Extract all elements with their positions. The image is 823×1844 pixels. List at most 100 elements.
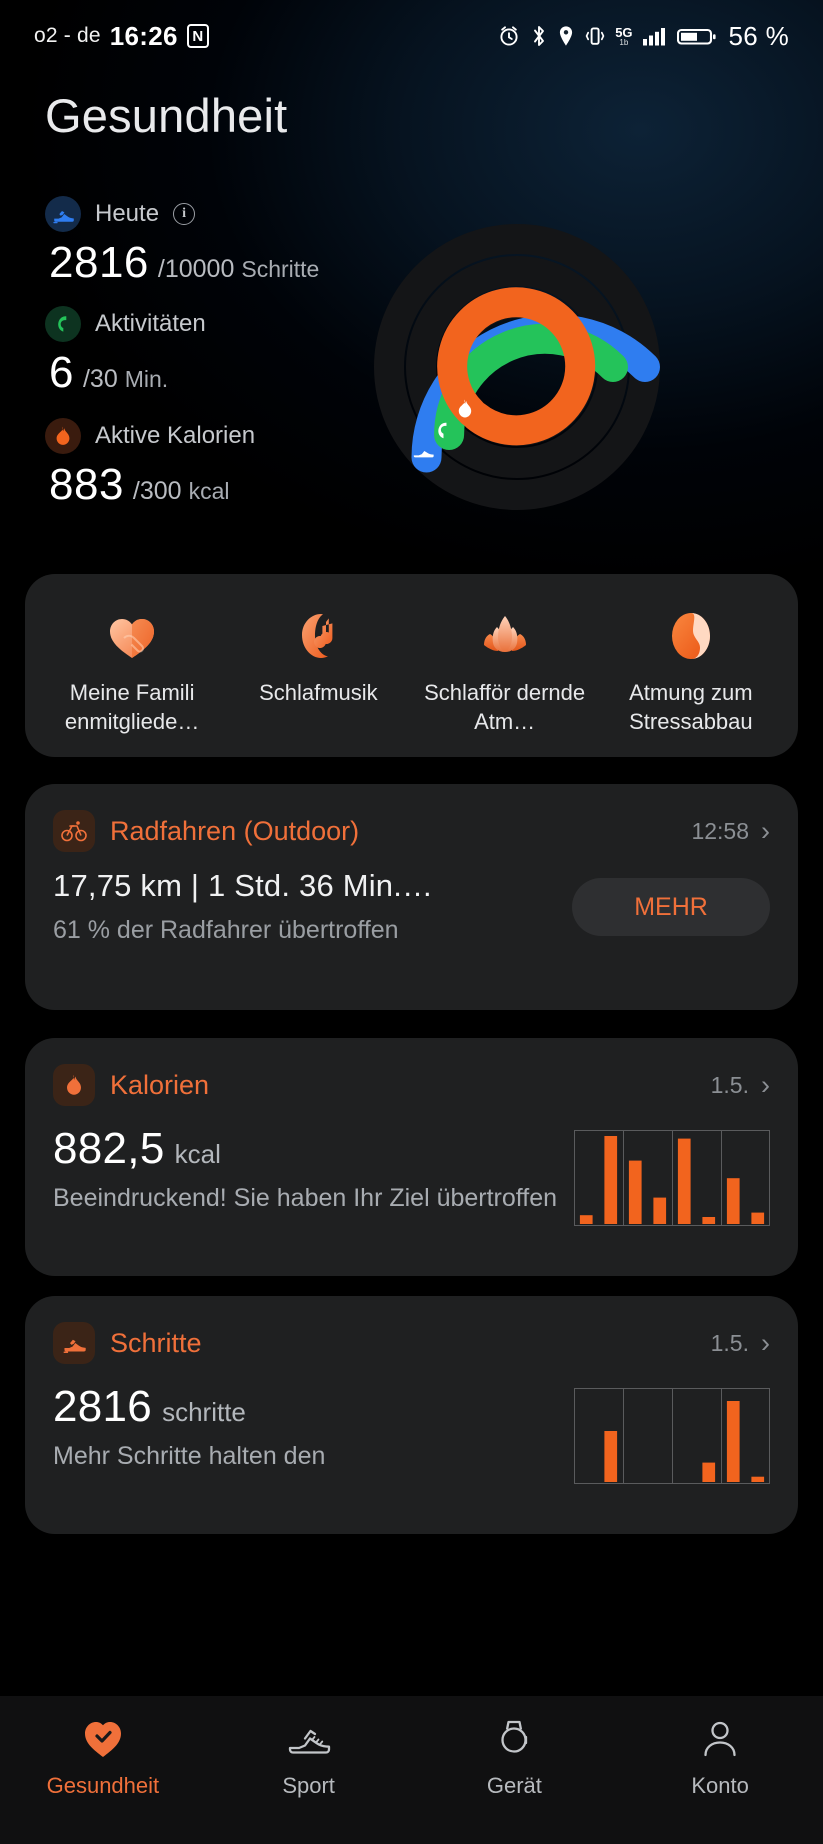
heart-check-icon bbox=[81, 1716, 125, 1762]
calories-card-meta: 1.5. › bbox=[711, 1072, 770, 1099]
nav-item-konto-label: Konto bbox=[691, 1773, 749, 1799]
cycling-card-text: 17,75 km | 1 Std. 36 Min.… 61 % der Radf… bbox=[53, 868, 560, 947]
steps-card-title: Schritte bbox=[110, 1328, 202, 1359]
shoe-icon bbox=[286, 1716, 332, 1762]
shortcut-tile-sleep-music[interactable]: Schlafmusik bbox=[225, 608, 411, 757]
calories-card[interactable]: Kalorien 1.5. › 882,5 kcal Beeindruckend… bbox=[25, 1038, 798, 1276]
status-bar-right: 5G 1b 56 % bbox=[497, 21, 789, 52]
bottom-navigation: Gesundheit Sport Gerät Konto bbox=[0, 1696, 823, 1844]
sleep-music-icon bbox=[290, 608, 346, 664]
bluetooth-icon bbox=[530, 24, 548, 48]
calories-card-value-row: 882,5 kcal bbox=[53, 1124, 560, 1174]
nav-item-konto[interactable]: Konto bbox=[617, 1716, 823, 1799]
calories-card-text: 882,5 kcal Beeindruckend! Sie haben Ihr … bbox=[53, 1124, 574, 1216]
calories-card-header: Kalorien 1.5. › bbox=[53, 1064, 770, 1106]
steps-card-body: Schritte 1.5. › 2816 schritte Mehr Schri… bbox=[25, 1296, 798, 1484]
more-button[interactable]: MEHR bbox=[572, 878, 770, 936]
steps-card-description: Mehr Schritte halten den bbox=[53, 1438, 560, 1474]
metric-activity-value: 6 bbox=[49, 348, 74, 398]
calories-card-title: Kalorien bbox=[110, 1070, 209, 1101]
metric-calories-label: Aktive Kalorien bbox=[95, 422, 255, 450]
metric-activity-unit: Min. bbox=[125, 366, 168, 393]
calories-card-unit: kcal bbox=[175, 1139, 221, 1170]
cycling-card-body: Radfahren (Outdoor) 12:58 › 17,75 km | 1… bbox=[25, 784, 798, 947]
cycling-card-title: Radfahren (Outdoor) bbox=[110, 816, 359, 847]
metric-steps-unit: Schritte bbox=[241, 256, 319, 283]
metric-steps-value: 2816 bbox=[49, 238, 149, 288]
steps-card-content: 2816 schritte Mehr Schritte halten den bbox=[53, 1382, 770, 1484]
activity-rings[interactable] bbox=[372, 222, 662, 512]
status-clock: 16:26 bbox=[110, 21, 178, 52]
info-icon[interactable]: i bbox=[173, 203, 195, 225]
shortcut-tile-sleep-music-label: Schlafmusik bbox=[225, 678, 411, 707]
chevron-right-icon[interactable]: › bbox=[761, 818, 770, 845]
flame-icon bbox=[45, 418, 81, 454]
calories-card-body: Kalorien 1.5. › 882,5 kcal Beeindruckend… bbox=[25, 1038, 798, 1226]
metric-calories-goal: /300 bbox=[133, 477, 182, 506]
page-title: Gesundheit bbox=[45, 88, 287, 143]
shortcuts-card: Meine Famili enmitgliede… Schlafmusik bbox=[25, 574, 798, 757]
nav-item-sport-label: Sport bbox=[282, 1773, 335, 1799]
family-heart-icon bbox=[104, 608, 160, 664]
cycling-card-header: Radfahren (Outdoor) 12:58 › bbox=[53, 810, 770, 852]
metric-steps-label: Heute bbox=[95, 200, 159, 228]
metric-activity-goal: /30 bbox=[83, 365, 118, 394]
steps-card-value-row: 2816 schritte bbox=[53, 1382, 560, 1432]
shortcut-tile-family-label: Meine Famili enmitgliede… bbox=[39, 678, 225, 736]
shoe-icon bbox=[53, 1322, 95, 1364]
calories-card-content: 882,5 kcal Beeindruckend! Sie haben Ihr … bbox=[53, 1124, 770, 1226]
status-bar: o2 - de 16:26 N 5G 1b bbox=[0, 0, 823, 72]
battery-icon bbox=[677, 24, 717, 48]
battery-percent-label: 56 % bbox=[729, 21, 789, 52]
metric-calories-value: 883 bbox=[49, 460, 124, 510]
steps-card-meta: 1.5. › bbox=[711, 1330, 770, 1357]
flame-icon bbox=[53, 1064, 95, 1106]
cycling-card-comparison: 61 % der Radfahrer übertroffen bbox=[53, 913, 560, 947]
calories-card-value: 882,5 bbox=[53, 1124, 165, 1174]
shortcut-tiles: Meine Famili enmitgliede… Schlafmusik bbox=[25, 574, 798, 757]
lotus-icon bbox=[477, 608, 533, 664]
shortcut-tile-sleep-breathing-label: Schlafför dernde Atm… bbox=[412, 678, 598, 736]
shortcut-tile-sleep-breathing[interactable]: Schlafför dernde Atm… bbox=[412, 608, 598, 757]
steps-card-unit: schritte bbox=[162, 1397, 246, 1428]
nav-item-sport[interactable]: Sport bbox=[206, 1716, 412, 1799]
carrier-label: o2 - de bbox=[34, 24, 101, 48]
muscle-icon bbox=[45, 306, 81, 342]
shortcut-tile-stress-breathing[interactable]: Atmung zum Stressabbau bbox=[598, 608, 784, 757]
nfc-icon: N bbox=[187, 24, 209, 48]
status-bar-left: o2 - de 16:26 N bbox=[34, 21, 209, 52]
shortcut-tile-stress-breathing-label: Atmung zum Stressabbau bbox=[598, 678, 784, 736]
metric-calories-unit: kcal bbox=[189, 478, 230, 505]
shoe-icon bbox=[45, 196, 81, 232]
metric-calories[interactable]: Aktive Kalorien 883 /300 kcal bbox=[45, 418, 255, 510]
metric-activity-value-row: 6 /30 Min. bbox=[45, 348, 206, 398]
metric-steps-value-row: 2816 /10000 Schritte bbox=[45, 238, 319, 288]
metric-steps[interactable]: Heute i 2816 /10000 Schritte bbox=[45, 196, 319, 288]
bicycle-icon bbox=[53, 810, 95, 852]
metric-calories-header: Aktive Kalorien bbox=[45, 418, 255, 454]
location-icon bbox=[557, 24, 575, 48]
steps-card-header: Schritte 1.5. › bbox=[53, 1322, 770, 1364]
cycling-card[interactable]: Radfahren (Outdoor) 12:58 › 17,75 km | 1… bbox=[25, 784, 798, 1010]
nav-item-geraet-label: Gerät bbox=[487, 1773, 542, 1799]
steps-card[interactable]: Schritte 1.5. › 2816 schritte Mehr Schri… bbox=[25, 1296, 798, 1534]
cycling-card-time: 12:58 bbox=[691, 818, 749, 845]
phone-screen: o2 - de 16:26 N 5G 1b bbox=[0, 0, 823, 1844]
metric-steps-goal: /10000 bbox=[158, 255, 234, 284]
steps-card-value: 2816 bbox=[53, 1382, 152, 1432]
alarm-icon bbox=[497, 24, 521, 48]
person-icon bbox=[699, 1716, 741, 1762]
chevron-right-icon[interactable]: › bbox=[761, 1072, 770, 1099]
nav-item-geraet[interactable]: Gerät bbox=[412, 1716, 618, 1799]
metric-steps-header: Heute i bbox=[45, 196, 319, 232]
metric-activity-label: Aktivitäten bbox=[95, 310, 206, 338]
metric-activity-header: Aktivitäten bbox=[45, 306, 206, 342]
chevron-right-icon[interactable]: › bbox=[761, 1330, 770, 1357]
watch-icon bbox=[494, 1716, 534, 1762]
cycling-card-summary: 17,75 km | 1 Std. 36 Min.… bbox=[53, 868, 560, 904]
cycling-card-meta: 12:58 › bbox=[691, 818, 770, 845]
nav-item-gesundheit[interactable]: Gesundheit bbox=[0, 1716, 206, 1799]
shortcut-tile-family[interactable]: Meine Famili enmitgliede… bbox=[39, 608, 225, 757]
calories-card-date: 1.5. bbox=[711, 1072, 749, 1099]
metric-activity[interactable]: Aktivitäten 6 /30 Min. bbox=[45, 306, 206, 398]
